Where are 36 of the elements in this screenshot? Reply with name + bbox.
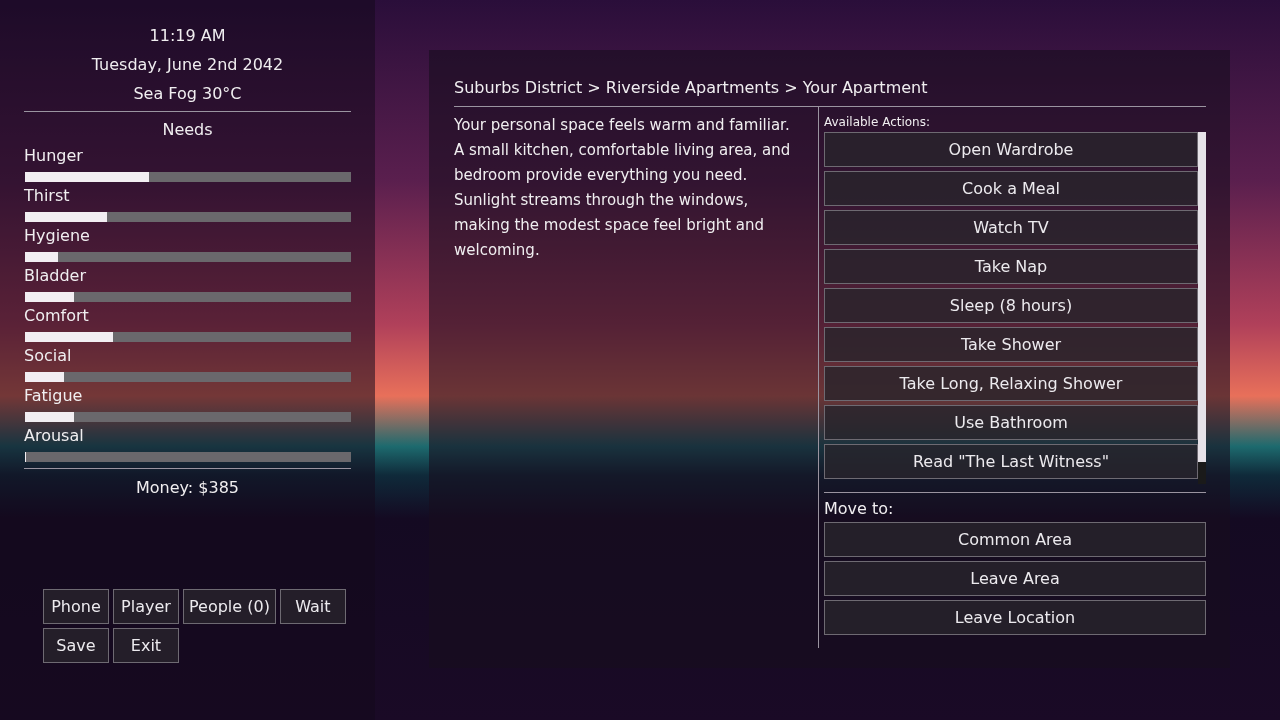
menu-button[interactable]: People (0) xyxy=(183,589,276,624)
need-label: Bladder xyxy=(24,265,87,287)
weather-label: Sea Fog 30°C xyxy=(133,83,242,105)
scrollbar[interactable] xyxy=(1198,132,1206,484)
action-button[interactable]: Read "The Last Witness" xyxy=(824,444,1198,479)
need-label: Thirst xyxy=(24,185,71,207)
need-label: Comfort xyxy=(24,305,90,327)
need-label: Arousal xyxy=(24,425,85,447)
location-description: Your personal space feels warm and familiar. A small kitchen, comfortable living area, and bedroom provide everything you need. Sunlight streams through the windows, making the modest space feel bright and welcoming. xyxy=(454,115,792,261)
money-label: Money: $385 xyxy=(134,478,241,497)
action-button[interactable]: Cook a Meal xyxy=(824,171,1198,206)
actions-heading: Available Actions: xyxy=(824,115,931,129)
need-label: Hygiene xyxy=(24,225,91,247)
action-button[interactable]: Watch TV xyxy=(824,210,1198,245)
menu-button[interactable]: Player xyxy=(113,589,179,624)
need-label: Fatigue xyxy=(24,385,84,407)
action-button[interactable]: Take Nap xyxy=(824,249,1198,284)
action-button[interactable]: Open Wardrobe xyxy=(824,132,1198,167)
needs-heading: Needs xyxy=(161,119,214,141)
action-button[interactable]: Take Shower xyxy=(824,327,1198,362)
need-label: Hunger xyxy=(24,145,84,167)
clock-time: 11:19 AM xyxy=(149,25,226,47)
move-button[interactable]: Common Area xyxy=(824,522,1206,557)
need-label: Social xyxy=(24,345,73,367)
menu-button[interactable]: Wait xyxy=(279,589,346,624)
date-label: Tuesday, June 2nd 2042 xyxy=(91,54,284,76)
menu-button[interactable]: Phone xyxy=(43,589,109,624)
action-button[interactable]: Take Long, Relaxing Shower xyxy=(824,366,1198,401)
move-button[interactable]: Leave Area xyxy=(824,561,1206,596)
menu-button[interactable]: Save xyxy=(43,628,109,663)
move-button[interactable]: Leave Location xyxy=(824,600,1206,635)
action-button[interactable]: Sleep (8 hours) xyxy=(824,288,1198,323)
move-heading: Move to: xyxy=(824,499,895,518)
breadcrumb: Suburbs District > Riverside Apartments > Your Apartment xyxy=(454,77,929,99)
menu-button[interactable]: Exit xyxy=(113,628,179,663)
action-button[interactable]: Use Bathroom xyxy=(824,405,1198,440)
